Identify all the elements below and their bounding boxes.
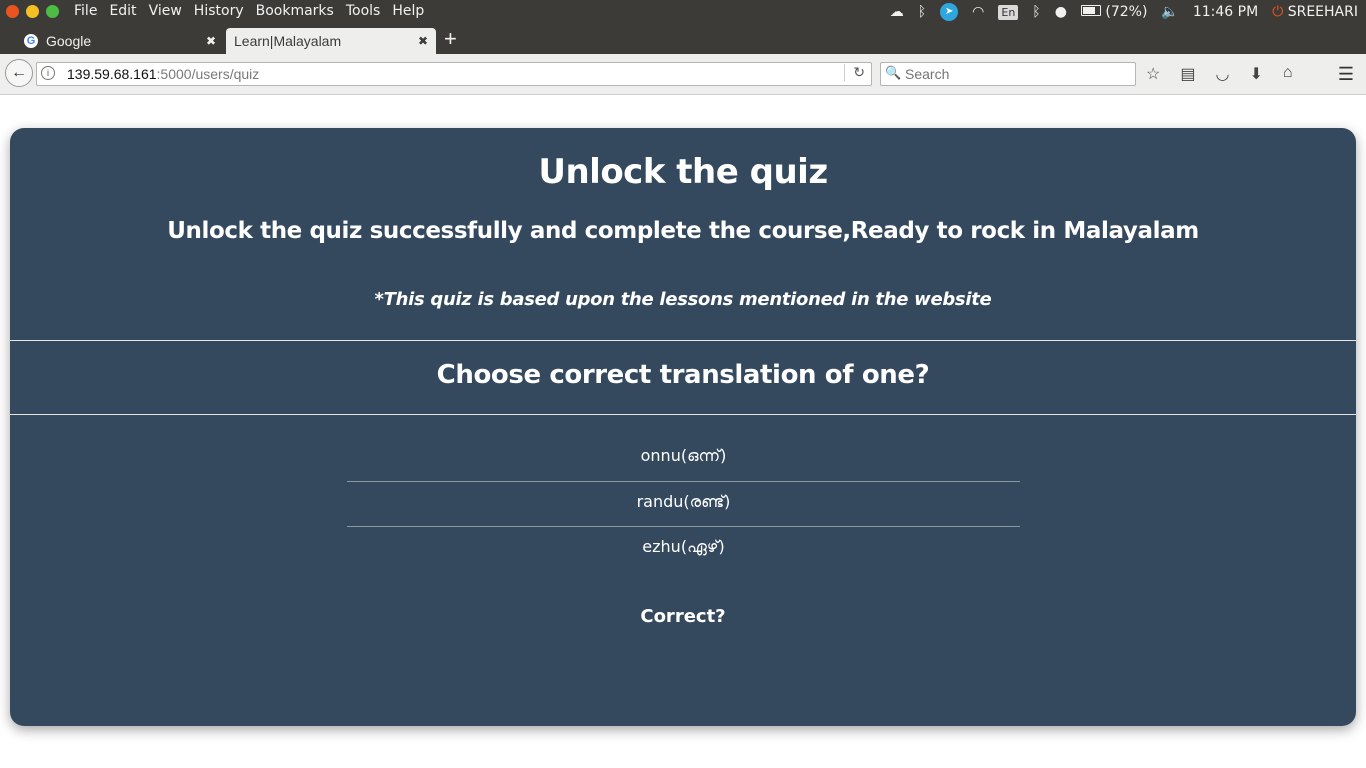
system-top-bar: File Edit View History Bookmarks Tools H… xyxy=(0,0,1366,24)
url-bar[interactable]: i 139.59.68.161:5000/users/quiz ↻ xyxy=(36,62,872,86)
tab-strip: G Google ✖ Learn|Malayalam ✖ + xyxy=(0,24,1366,54)
clock[interactable]: 11:46 PM xyxy=(1193,4,1258,20)
telegram-icon[interactable]: ➤ xyxy=(940,3,959,21)
bluetooth-status-icon[interactable]: ᛒ xyxy=(1032,4,1040,20)
app-menu: File Edit View History Bookmarks Tools H… xyxy=(74,3,436,19)
search-icon: 🔍 xyxy=(885,65,902,80)
page-title: Unlock the quiz xyxy=(538,152,828,192)
url-host: 139.59.68.161 xyxy=(67,66,157,82)
tab-learn-malayalam[interactable]: Learn|Malayalam ✖ xyxy=(226,28,436,54)
answer-option-onnu[interactable]: onnu(ഒന്ന്) xyxy=(347,438,1020,482)
navigation-toolbar: ← i 139.59.68.161:5000/users/quiz ↻ 🔍 ☆ … xyxy=(0,54,1366,95)
battery-indicator[interactable]: (72%) xyxy=(1080,4,1148,20)
url-path: :5000/users/quiz xyxy=(156,66,260,82)
menu-edit[interactable]: Edit xyxy=(109,3,136,19)
divider xyxy=(10,414,1356,415)
tab-label: Google xyxy=(46,33,92,49)
answer-option-ezhu[interactable]: ezhu(ഏഴ്) xyxy=(347,527,1020,572)
answer-options: onnu(ഒന്ന്) randu(രണ്ട്) ezhu(ഏഴ്) xyxy=(347,438,1020,572)
google-icon: G xyxy=(24,34,38,48)
menu-view[interactable]: View xyxy=(149,3,182,19)
menu-bookmarks[interactable]: Bookmarks xyxy=(256,3,334,19)
window-close-button[interactable] xyxy=(6,5,19,18)
quiz-card: Unlock the quiz Unlock the quiz successf… xyxy=(10,128,1356,726)
window-maximize-button[interactable] xyxy=(46,5,59,18)
page-subtitle: Unlock the quiz successfully and complet… xyxy=(167,218,1199,244)
home-icon[interactable]: ⌂ xyxy=(1283,64,1293,84)
menu-file[interactable]: File xyxy=(74,3,97,19)
battery-icon xyxy=(1080,5,1101,16)
close-tab-icon[interactable]: ✖ xyxy=(206,34,216,48)
wifi-icon[interactable]: ◠ xyxy=(972,4,984,20)
search-input[interactable] xyxy=(903,65,1127,83)
close-tab-icon[interactable]: ✖ xyxy=(418,34,428,48)
search-bar[interactable]: 🔍 xyxy=(880,62,1136,86)
menu-tools[interactable]: Tools xyxy=(346,3,381,19)
tab-label: Learn|Malayalam xyxy=(234,33,342,49)
chat-icon[interactable]: ● xyxy=(1055,4,1067,20)
cloud-icon[interactable]: ☁ xyxy=(890,4,904,20)
download-icon[interactable]: ⬇ xyxy=(1249,64,1262,84)
bookmark-star-icon[interactable]: ☆ xyxy=(1146,64,1160,84)
quiz-question: Choose correct translation of one? xyxy=(436,360,930,390)
toolbar-buttons: ☆ ▤ ◡ ⬇ ⌂ xyxy=(1146,64,1293,84)
url-text[interactable]: 139.59.68.161:5000/users/quiz xyxy=(67,66,259,82)
system-tray: ☁ ᛒ ➤ ◠ En ᛒ ● (72%) 🔈 11:46 PM ⏻ SREEHA… xyxy=(890,0,1366,24)
user-name: SREEHARI xyxy=(1287,4,1358,20)
divider xyxy=(10,340,1356,341)
info-icon[interactable]: i xyxy=(41,66,55,80)
reload-icon[interactable]: ↻ xyxy=(844,64,865,81)
reading-list-icon[interactable]: ▤ xyxy=(1180,64,1195,84)
menu-history[interactable]: History xyxy=(194,3,244,19)
result-text: Correct? xyxy=(640,606,726,627)
pocket-icon[interactable]: ◡ xyxy=(1215,64,1229,84)
quiz-note: *This quiz is based upon the lessons men… xyxy=(374,289,992,310)
tab-google[interactable]: G Google ✖ xyxy=(14,28,224,54)
power-icon: ⏻ xyxy=(1272,4,1284,20)
keyboard-layout-indicator[interactable]: En xyxy=(998,4,1019,20)
menu-help[interactable]: Help xyxy=(392,3,424,19)
new-tab-button[interactable]: + xyxy=(444,26,457,52)
battery-percent: (72%) xyxy=(1105,4,1148,20)
window-minimize-button[interactable] xyxy=(26,5,39,18)
hamburger-menu-icon[interactable]: ☰ xyxy=(1338,64,1354,85)
volume-icon[interactable]: 🔈 xyxy=(1161,4,1178,20)
back-button[interactable]: ← xyxy=(5,59,33,87)
bluetooth-icon[interactable]: ᛒ xyxy=(918,4,926,20)
user-session[interactable]: ⏻ SREEHARI xyxy=(1272,4,1358,20)
answer-option-randu[interactable]: randu(രണ്ട്) xyxy=(347,482,1020,527)
